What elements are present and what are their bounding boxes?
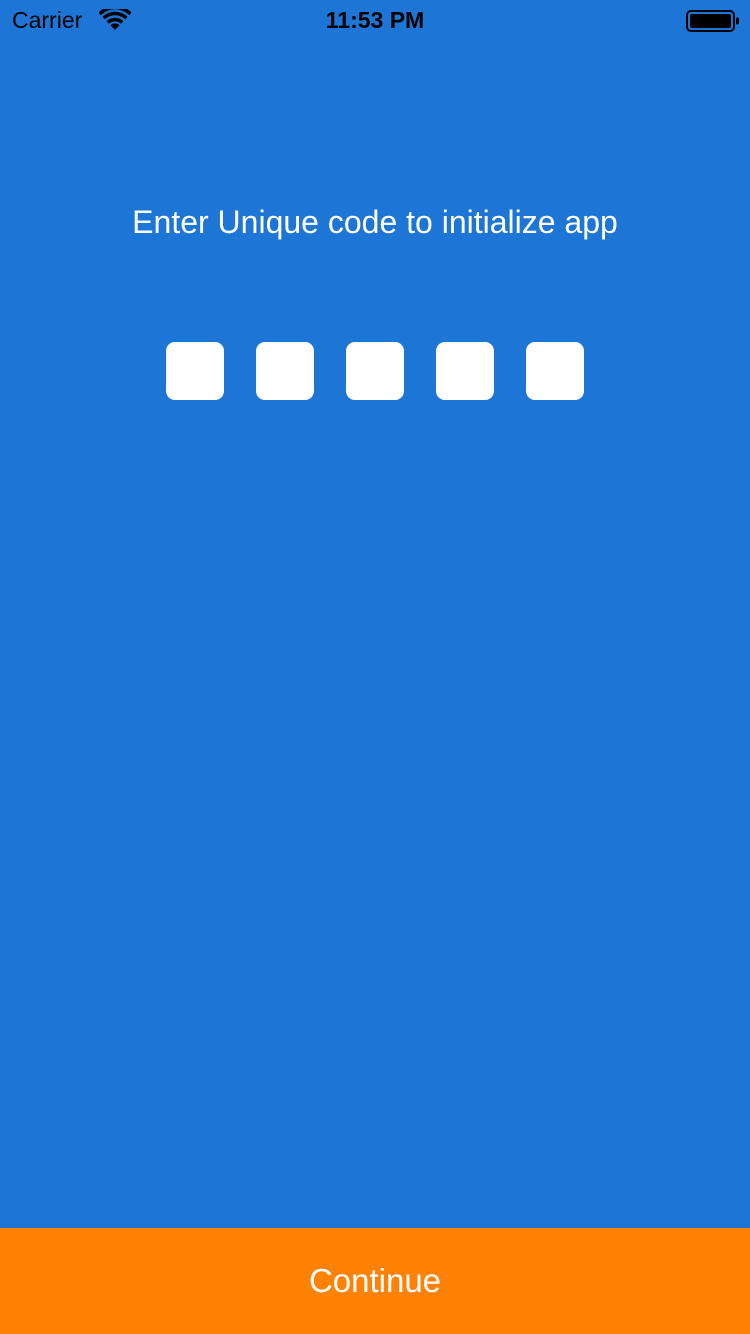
prompt-text: Enter Unique code to initialize app [132, 204, 618, 240]
code-digit-3[interactable] [346, 342, 404, 400]
code-digit-4[interactable] [436, 342, 494, 400]
code-input-row [166, 342, 584, 400]
code-digit-1[interactable] [166, 342, 224, 400]
status-time: 11:53 PM [325, 7, 425, 33]
status-bar: Carrier 11:53 PM [0, 0, 750, 40]
battery-icon [686, 10, 739, 32]
code-digit-2[interactable] [256, 342, 314, 400]
code-digit-5[interactable] [526, 342, 584, 400]
continue-button[interactable]: Continue [0, 1228, 750, 1334]
